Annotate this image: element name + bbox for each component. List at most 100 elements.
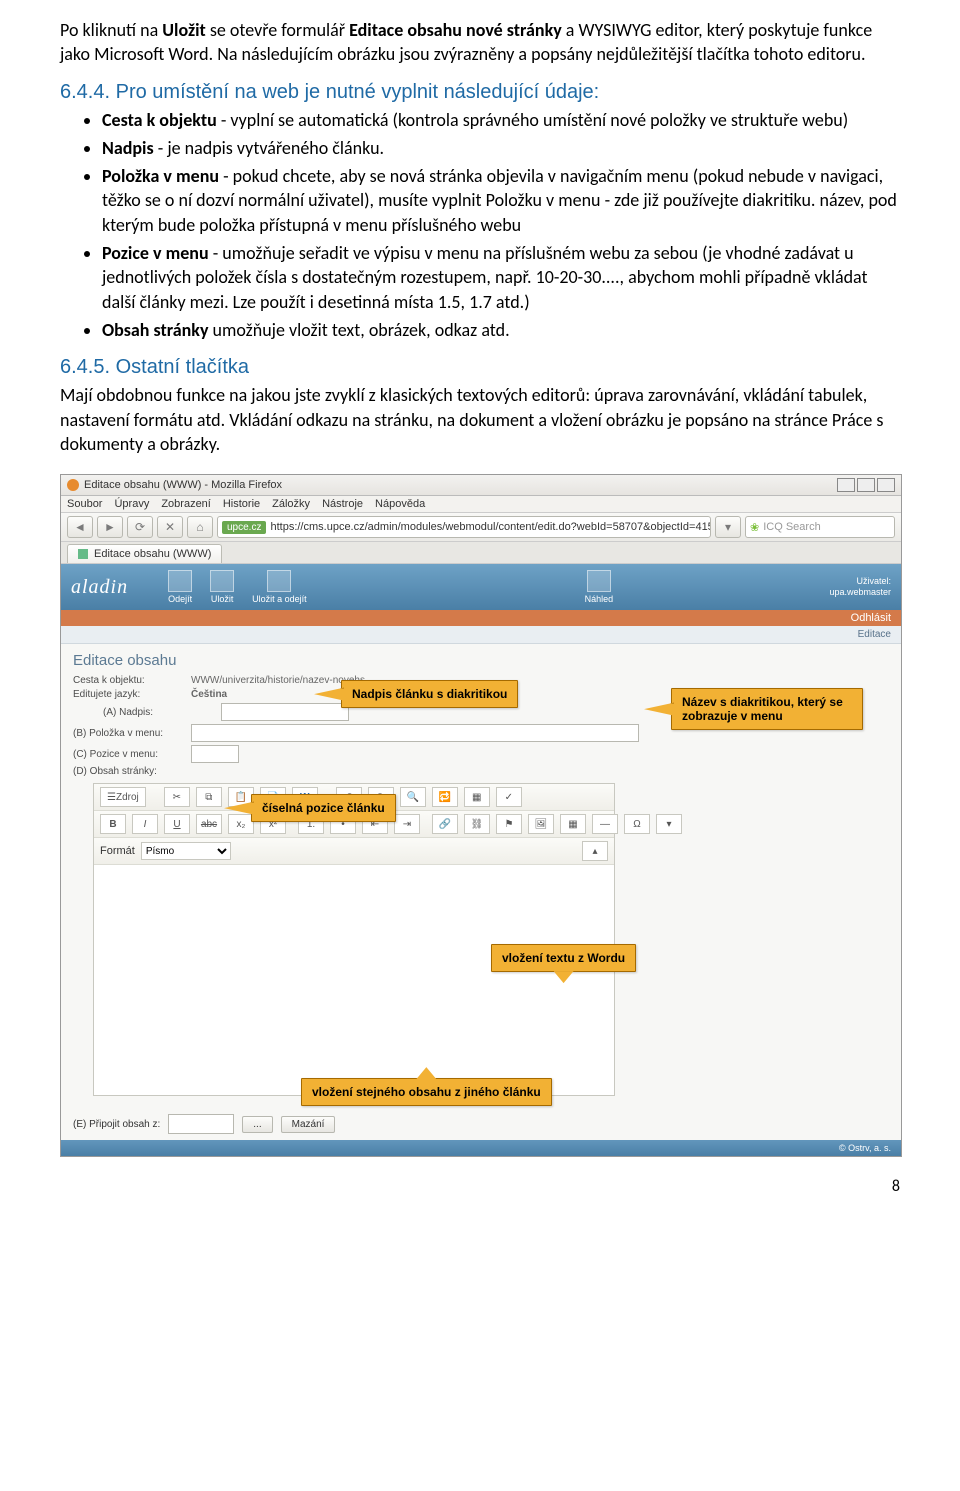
search-placeholder: ICQ Search bbox=[763, 521, 820, 533]
reload-button[interactable]: ⟳ bbox=[127, 516, 153, 538]
firefox-icon bbox=[67, 479, 79, 491]
select-format[interactable]: Písmo bbox=[141, 842, 231, 860]
lbl-b: (B) Položka v menu: bbox=[73, 728, 185, 739]
lbl-format: Formát bbox=[100, 845, 135, 857]
btn-table[interactable]: ▦ bbox=[560, 814, 586, 834]
heading-644-title: Pro umístění na web je nutné vyplnit nás… bbox=[110, 81, 599, 103]
toolbar-ulozit[interactable]: Uložit bbox=[210, 570, 234, 604]
heading-644-num: 6.4.4. bbox=[60, 81, 110, 103]
browser-tab[interactable]: Editace obsahu (WWW) bbox=[67, 544, 222, 563]
btn-hr[interactable]: — bbox=[592, 814, 618, 834]
save-exit-icon bbox=[267, 570, 291, 592]
stop-button[interactable]: ✕ bbox=[157, 516, 183, 538]
menu-upravy[interactable]: Úpravy bbox=[114, 498, 149, 510]
menu-napoveda[interactable]: Nápověda bbox=[375, 498, 425, 510]
browser-menubar: Soubor Úpravy Zobrazení Historie Záložky… bbox=[61, 496, 901, 513]
input-polozka-menu[interactable] bbox=[191, 724, 639, 742]
menu-zalozky[interactable]: Záložky bbox=[272, 498, 310, 510]
lbl-c: (C) Pozice v menu: bbox=[73, 749, 185, 760]
btn-char[interactable]: Ω bbox=[624, 814, 650, 834]
toolbar-odejit[interactable]: Odejít bbox=[168, 570, 192, 604]
url-text: https://cms.upce.cz/admin/modules/webmod… bbox=[270, 521, 711, 533]
btn-collapse[interactable]: ▴ bbox=[582, 841, 608, 861]
btn-copy[interactable]: ⧉ bbox=[196, 787, 222, 807]
row-c-pozice: (C) Pozice v menu: bbox=[73, 745, 889, 763]
go-button[interactable]: ▾ bbox=[715, 516, 741, 538]
preview-icon bbox=[587, 570, 611, 592]
menu-zobrazeni[interactable]: Zobrazení bbox=[161, 498, 211, 510]
input-pozice-menu[interactable] bbox=[191, 745, 239, 763]
callout-word: vložení textu z Wordu bbox=[491, 944, 636, 972]
btn-unlink[interactable]: ⛓ bbox=[464, 814, 490, 834]
btn-underline[interactable]: U bbox=[164, 814, 190, 834]
btn-italic[interactable]: I bbox=[132, 814, 158, 834]
menu-nastroje[interactable]: Nástroje bbox=[322, 498, 363, 510]
user-label: Uživatel: bbox=[829, 576, 891, 587]
maximize-button[interactable] bbox=[857, 478, 875, 492]
home-button[interactable]: ⌂ bbox=[187, 516, 213, 538]
close-button[interactable] bbox=[877, 478, 895, 492]
tab-label: Editace obsahu (WWW) bbox=[94, 548, 211, 560]
callout-pozice: číselná pozice článku bbox=[251, 794, 396, 822]
breadcrumb-right: Editace bbox=[858, 629, 891, 640]
back-button[interactable]: ◄ bbox=[67, 516, 93, 538]
toolbar-ulozit-odejit[interactable]: Uložit a odejít bbox=[252, 570, 307, 604]
btn-spell[interactable]: ✓ bbox=[496, 787, 522, 807]
btn-indent[interactable]: ⇥ bbox=[394, 814, 420, 834]
window-title: Editace obsahu (WWW) - Mozilla Firefox bbox=[84, 479, 282, 491]
exit-icon bbox=[168, 570, 192, 592]
lbl-a: (A) Nadpis: bbox=[73, 707, 215, 718]
bullet-pozice: Pozice v menu - umožňuje seřadit ve výpi… bbox=[102, 241, 900, 314]
search-icon: ❀ bbox=[750, 521, 759, 534]
row-d-obsah: (D) Obsah stránky: bbox=[73, 766, 889, 777]
input-nadpis[interactable] bbox=[221, 703, 349, 721]
editor-canvas[interactable] bbox=[94, 865, 614, 1095]
lbl-e: (E) Připojit obsah z: bbox=[73, 1119, 160, 1130]
paragraph-645: Mají obdobnou funkce na jakou jste zvykl… bbox=[60, 383, 900, 456]
btn-browse[interactable]: ... bbox=[242, 1116, 272, 1133]
app-topbar: aladin Odejít Uložit Uložit a odejít Náh… bbox=[61, 564, 901, 610]
btn-selectall[interactable]: ▦ bbox=[464, 787, 490, 807]
btn-find[interactable]: 🔍 bbox=[400, 787, 426, 807]
browser-search[interactable]: ❀ ICQ Search bbox=[745, 516, 895, 538]
bullet-nadpis: Nadpis - je nadpis vytvářeného článku. bbox=[102, 136, 900, 160]
btn-mazani[interactable]: Mazání bbox=[281, 1116, 336, 1133]
tab-favicon-icon bbox=[78, 549, 88, 559]
btn-link[interactable]: 🔗 bbox=[432, 814, 458, 834]
form-area: Editace obsahu Cesta k objektu: WWW/univ… bbox=[61, 644, 901, 1108]
wysiwyg-editor: ☰ Zdroj ✂ ⧉ 📋 📄 W ↶ ↷ 🔍 🔁 ▦ ✓ B bbox=[93, 783, 615, 1096]
app-toolbar: Odejít Uložit Uložit a odejít Náhled bbox=[168, 570, 613, 604]
heading-645-title: Ostatní tlačítka bbox=[110, 356, 249, 378]
input-pripojit[interactable] bbox=[168, 1114, 234, 1134]
bullet-cesta: Cesta k objektu - vyplní se automatická … bbox=[102, 108, 900, 132]
callout-pripojit: vložení stejného obsahu z jiného článku bbox=[301, 1078, 552, 1106]
menu-soubor[interactable]: Soubor bbox=[67, 498, 102, 510]
btn-strike[interactable]: abc bbox=[196, 814, 222, 834]
toolbar-nahled[interactable]: Náhled bbox=[585, 570, 614, 604]
footer-copyright: © Ostrv, a. s. bbox=[839, 1143, 891, 1153]
browser-navbar: ◄ ► ⟳ ✕ ⌂ upce.cz https://cms.upce.cz/ad… bbox=[61, 513, 901, 542]
menu-historie[interactable]: Historie bbox=[223, 498, 260, 510]
lbl-jazyk: Editujete jazyk: bbox=[73, 689, 185, 700]
btn-anchor[interactable]: ⚑ bbox=[496, 814, 522, 834]
intro-editace: Editace obsahu nové stránky bbox=[349, 19, 562, 41]
bullet-obsah: Obsah stránky umožňuje vložit text, obrá… bbox=[102, 318, 900, 342]
val-jazyk: Čeština bbox=[191, 689, 227, 700]
breadcrumb-bar: Editace bbox=[61, 626, 901, 644]
url-bar[interactable]: upce.cz https://cms.upce.cz/admin/module… bbox=[217, 516, 711, 538]
forward-button[interactable]: ► bbox=[97, 516, 123, 538]
logout-link[interactable]: Odhlásit bbox=[851, 612, 891, 624]
intro-paragraph: Po kliknutí na Uložit se otevře formulář… bbox=[60, 18, 900, 67]
browser-tabbar: Editace obsahu (WWW) bbox=[61, 542, 901, 564]
btn-more[interactable]: ▾ bbox=[656, 814, 682, 834]
btn-image[interactable]: 🖼 bbox=[528, 814, 554, 834]
btn-cut[interactable]: ✂ bbox=[164, 787, 190, 807]
btn-zdroj[interactable]: ☰ Zdroj bbox=[100, 787, 146, 807]
window-buttons bbox=[837, 478, 895, 492]
intro-pre: Po kliknutí na bbox=[60, 19, 162, 41]
editor-toolbar-3: Formát Písmo ▴ bbox=[94, 838, 614, 865]
minimize-button[interactable] bbox=[837, 478, 855, 492]
btn-bold[interactable]: B bbox=[100, 814, 126, 834]
row-e-pripojit: (E) Připojit obsah z: ... Mazání bbox=[61, 1108, 901, 1140]
btn-replace[interactable]: 🔁 bbox=[432, 787, 458, 807]
